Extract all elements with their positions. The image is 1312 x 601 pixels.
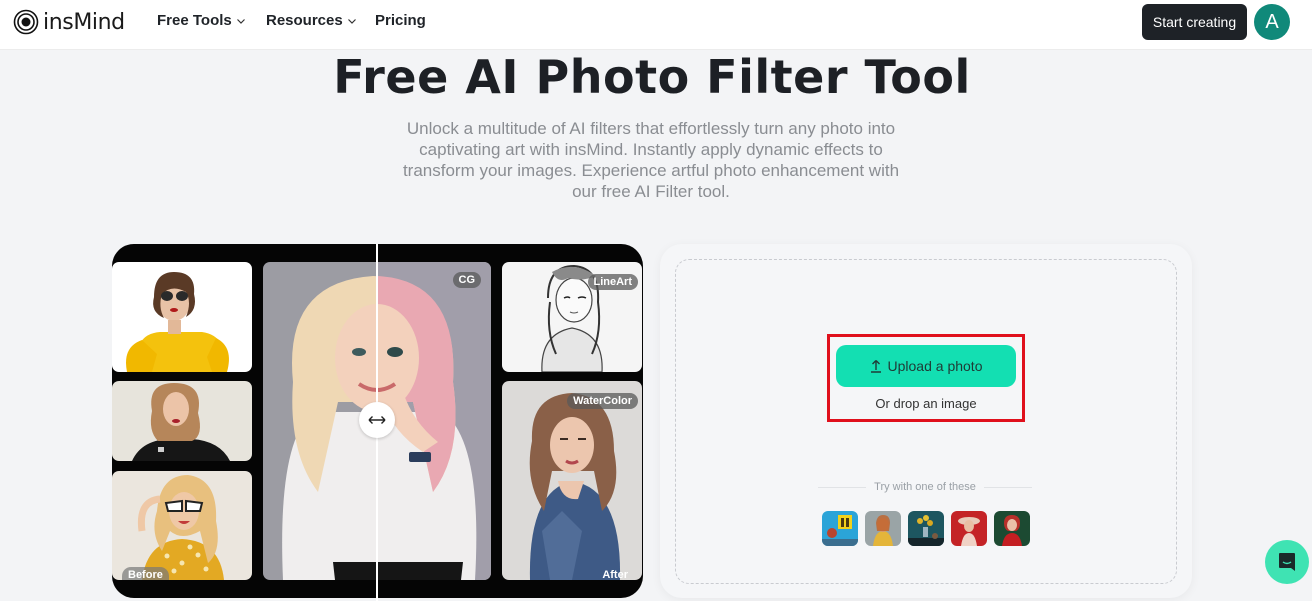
upload-arrow-icon <box>870 360 881 373</box>
chevron-down-icon <box>347 18 356 24</box>
example-lineart: LineArt <box>502 262 642 372</box>
upload-photo-label: Upload a photo <box>887 358 983 374</box>
upload-photo-button[interactable]: Upload a photo <box>836 345 1016 387</box>
after-label: After <box>602 569 628 580</box>
brand-name: insMind <box>43 9 125 35</box>
nav-pricing-label: Pricing <box>375 12 426 29</box>
sample-image-blue-wall[interactable] <box>822 511 858 546</box>
example-photo-polka-dot: Before <box>112 471 252 580</box>
nav-pricing[interactable]: Pricing <box>375 12 426 29</box>
page-subtitle: Unlock a multitude of AI filters that ef… <box>402 119 900 201</box>
try-samples-text: Try with one of these <box>874 481 976 493</box>
sample-image-flowers[interactable] <box>908 511 944 546</box>
divider-line <box>983 486 1033 488</box>
filter-badge-lineart: LineArt <box>587 274 638 290</box>
chat-icon <box>1279 553 1295 571</box>
sample-image-woman-green[interactable] <box>994 511 1030 546</box>
drop-image-text: Or drop an image <box>875 396 977 411</box>
top-nav: insMind Free Tools Resources Pricing Sta… <box>0 0 1312 50</box>
example-photo-black-top <box>112 381 252 461</box>
chevron-down-icon <box>236 18 245 24</box>
sample-image-woman-yellow[interactable] <box>865 511 901 546</box>
filter-badge-watercolor: WaterColor <box>567 393 638 409</box>
start-creating-button[interactable]: Start creating <box>1142 4 1247 40</box>
spiral-logo-icon <box>13 9 39 35</box>
user-avatar[interactable]: A <box>1254 4 1290 40</box>
example-watercolor: WaterColor After <box>502 381 642 580</box>
before-label: Before <box>122 567 169 580</box>
example-photo-yellow-top <box>112 262 252 372</box>
divider-line <box>818 486 867 488</box>
sample-image-red-hat[interactable] <box>951 511 987 546</box>
filter-badge-cg: CG <box>452 272 481 288</box>
left-right-arrows-icon <box>368 416 386 424</box>
chat-widget-button[interactable] <box>1265 540 1309 584</box>
nav-resources-label: Resources <box>266 12 343 29</box>
comparison-slider-handle[interactable] <box>359 402 395 438</box>
nav-resources[interactable]: Resources <box>266 12 357 29</box>
try-samples-heading: Try with one of these <box>818 481 1033 493</box>
brand-logo[interactable]: insMind <box>13 9 125 35</box>
page-title: Free AI Photo Filter Tool <box>333 50 971 104</box>
nav-free-tools-label: Free Tools <box>157 12 232 29</box>
nav-free-tools[interactable]: Free Tools <box>157 12 246 29</box>
sample-images <box>822 511 1030 546</box>
